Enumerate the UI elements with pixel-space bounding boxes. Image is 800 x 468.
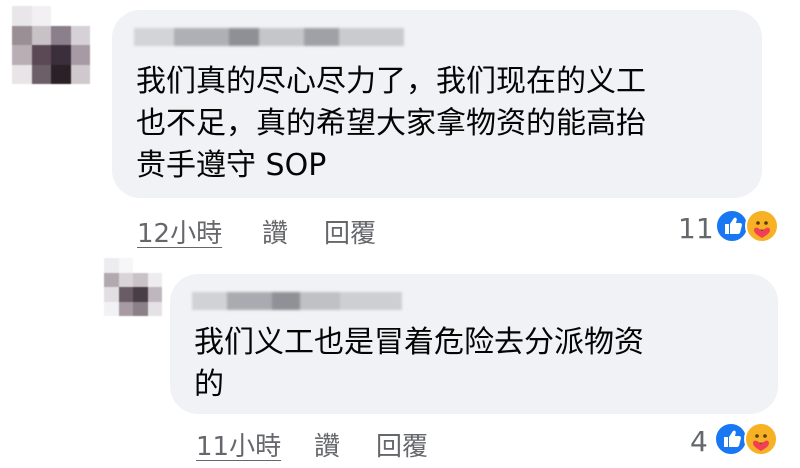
comment-text-line: 的 <box>194 367 224 402</box>
comment-bubble: 我们义工也是冒着危险去分派物资 的 <box>170 274 778 414</box>
comment-text: 我们真的尽心尽力了，我们现在的义工 也不足，真的希望大家拿物资的能高抬 贵手遵守… <box>136 61 756 187</box>
author-name-redacted[interactable] <box>134 28 404 46</box>
comment-bubble: 我们真的尽心尽力了，我们现在的义工 也不足，真的希望大家拿物资的能高抬 贵手遵守… <box>112 10 762 198</box>
reply-button[interactable]: 回覆 <box>324 213 376 250</box>
avatar[interactable] <box>104 258 162 316</box>
comment-text-line: 我们真的尽心尽力了，我们现在的义工 <box>136 64 646 99</box>
author-name-redacted[interactable] <box>192 292 402 310</box>
care-icon <box>744 422 778 456</box>
reaction-count: 11 <box>678 212 714 245</box>
timestamp-link[interactable]: 12小時 <box>137 213 222 250</box>
comment-text-line: 也不足，真的希望大家拿物资的能高抬 <box>136 106 646 141</box>
care-icon <box>745 209 779 243</box>
reaction-count: 4 <box>690 425 708 458</box>
avatar[interactable] <box>12 6 90 84</box>
comment-text: 我们义工也是冒着危险去分派物资 的 <box>194 322 764 406</box>
timestamp-link[interactable]: 11小時 <box>196 426 281 463</box>
like-button[interactable]: 讚 <box>262 213 288 250</box>
comment-text-line: 我们义工也是冒着危险去分派物资 <box>194 325 644 360</box>
like-button[interactable]: 讚 <box>314 426 340 463</box>
comment-text-line: 贵手遵守 SOP <box>136 148 327 183</box>
like-icon <box>714 422 748 456</box>
like-icon <box>715 209 749 243</box>
reply-button[interactable]: 回覆 <box>376 426 428 463</box>
